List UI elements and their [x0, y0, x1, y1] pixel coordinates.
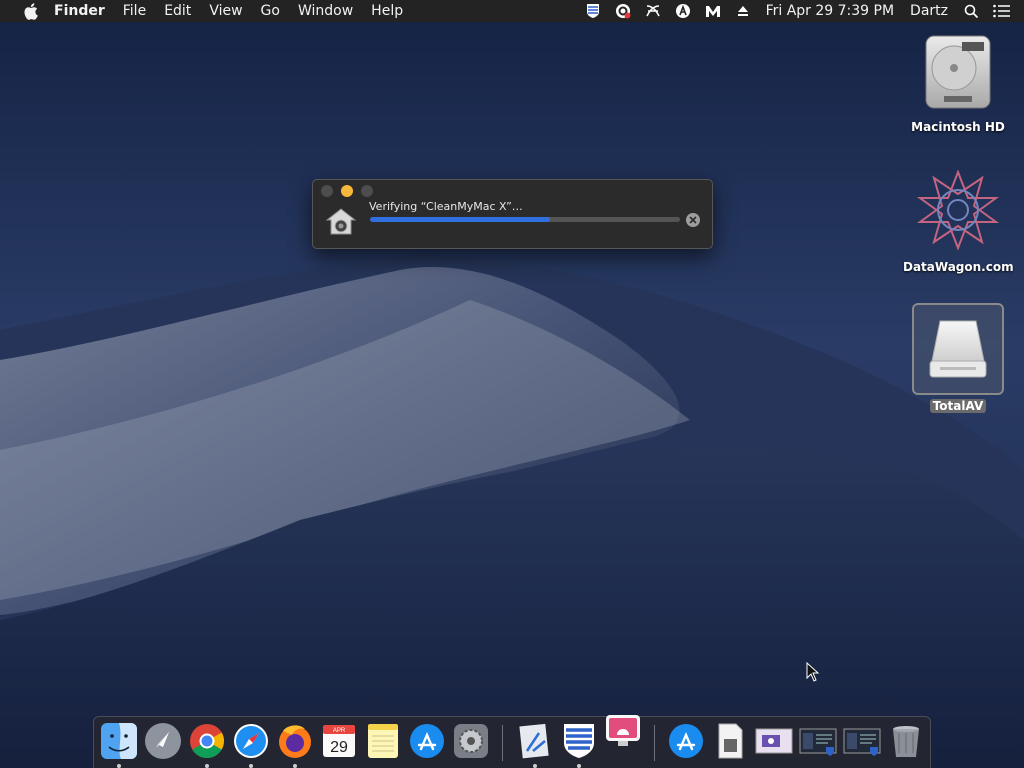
dock-document[interactable] — [710, 721, 750, 761]
dock-screenshot-1[interactable] — [754, 721, 794, 761]
dock-app-store[interactable] — [407, 721, 447, 761]
menu-window[interactable]: Window — [289, 0, 362, 22]
dock-totalav[interactable] — [559, 721, 599, 768]
progress-bar-fill — [370, 217, 550, 222]
desktop-icon-macintosh-hd[interactable]: Macintosh HD — [903, 32, 1013, 134]
progress-bar — [370, 217, 680, 222]
running-indicator — [293, 764, 297, 768]
calendar-month: APR — [333, 728, 346, 734]
apple-menu-icon[interactable] — [20, 0, 40, 22]
running-indicator — [249, 764, 253, 768]
desktop-icon-label: Macintosh HD — [911, 120, 1005, 134]
screenshot-thumbnail-icon — [799, 728, 837, 756]
window-controls — [321, 185, 381, 197]
menu-edit[interactable]: Edit — [155, 0, 200, 22]
menu-bar: Finder File Edit View Go Window Help Fri… — [0, 0, 1024, 22]
menu-help[interactable]: Help — [362, 0, 412, 22]
verifying-message: Verifying “CleanMyMac X”… — [369, 200, 523, 213]
desktop-icon-totalav[interactable]: TotalAV — [903, 303, 1013, 414]
firefox-icon — [279, 725, 311, 758]
notification-center-icon[interactable] — [992, 2, 1010, 20]
cancel-verify-button[interactable] — [686, 213, 700, 227]
dock-screenshot-3[interactable] — [842, 721, 882, 761]
desktop-icon-label: DataWagon.com — [903, 260, 1014, 274]
totalav-shield-icon[interactable] — [584, 2, 602, 20]
ninja-icon[interactable] — [644, 2, 662, 20]
app-store-icon — [410, 724, 444, 758]
calendar-icon: APR 29 — [323, 725, 355, 757]
spotlight-search-icon[interactable] — [962, 2, 980, 20]
gear-icon — [454, 724, 488, 758]
dock-finder[interactable] — [99, 721, 139, 768]
calendar-day: 29 — [330, 739, 348, 756]
desktop-wallpaper — [0, 0, 1024, 768]
document-icon — [718, 723, 743, 759]
screenshot-thumbnail-icon — [755, 728, 793, 754]
running-indicator — [533, 764, 537, 768]
cleanmymac-icon[interactable] — [614, 2, 632, 20]
running-indicator — [117, 764, 121, 768]
chrome-icon — [190, 724, 224, 758]
menu-file[interactable]: File — [114, 0, 155, 22]
menu-view[interactable]: View — [200, 0, 251, 22]
window-zoom-button[interactable] — [361, 185, 373, 197]
cleanmymac-icon — [606, 715, 640, 746]
verify-progress-window: Verifying “CleanMyMac X”… — [312, 179, 713, 249]
selection-highlight — [912, 303, 1004, 395]
launchpad-icon — [145, 723, 181, 759]
dock-system-preferences[interactable] — [451, 721, 491, 761]
menubar-clock[interactable]: Fri Apr 29 7:39 PM — [758, 3, 902, 19]
eject-icon[interactable] — [734, 2, 752, 20]
window-close-button[interactable] — [321, 185, 333, 197]
totalav-shield-icon — [564, 724, 594, 758]
installer-icon — [325, 208, 357, 235]
dock-applications-folder[interactable] — [666, 721, 706, 761]
finder-icon — [101, 723, 137, 759]
dock-separator — [654, 725, 655, 761]
mouse-cursor-icon — [806, 662, 820, 682]
dock-safari[interactable] — [231, 721, 271, 768]
dock-notes[interactable] — [363, 721, 403, 761]
status-area: Fri Apr 29 7:39 PM Dartz — [578, 0, 1024, 22]
hard-drive-icon — [925, 35, 991, 109]
running-indicator — [205, 764, 209, 768]
notes-icon — [368, 724, 398, 758]
window-minimize-button[interactable] — [341, 185, 353, 197]
desktop-icon-label: TotalAV — [929, 399, 987, 413]
menu-go[interactable]: Go — [252, 0, 289, 22]
menu-app-finder[interactable]: Finder — [54, 0, 114, 22]
dock-cleanmymac[interactable] — [603, 711, 643, 751]
desktop-icon-datawagon[interactable]: DataWagon.com — [903, 168, 1014, 274]
running-indicator — [577, 764, 581, 768]
xcode-icon — [519, 723, 549, 759]
menubar-user[interactable]: Dartz — [902, 3, 956, 19]
dock-screenshot-2[interactable] — [798, 721, 838, 761]
close-icon — [689, 216, 697, 224]
dock-firefox[interactable] — [275, 721, 315, 768]
screenshot-thumbnail-icon — [843, 728, 881, 756]
dock: APR 29 — [93, 715, 931, 768]
datawagon-logo-icon — [916, 169, 1000, 251]
app-store-icon — [669, 724, 703, 758]
external-disk-icon — [929, 320, 987, 378]
bitdefender-icon[interactable] — [674, 2, 692, 20]
dock-separator — [502, 725, 503, 761]
trash-icon — [893, 726, 919, 757]
dock-xcode[interactable] — [515, 721, 555, 768]
dock-trash[interactable] — [886, 721, 926, 761]
safari-icon — [234, 724, 268, 758]
dock-calendar[interactable]: APR 29 — [319, 721, 359, 761]
dock-chrome[interactable] — [187, 721, 227, 768]
dock-launchpad[interactable] — [143, 721, 183, 761]
malwarebytes-icon[interactable] — [704, 2, 722, 20]
